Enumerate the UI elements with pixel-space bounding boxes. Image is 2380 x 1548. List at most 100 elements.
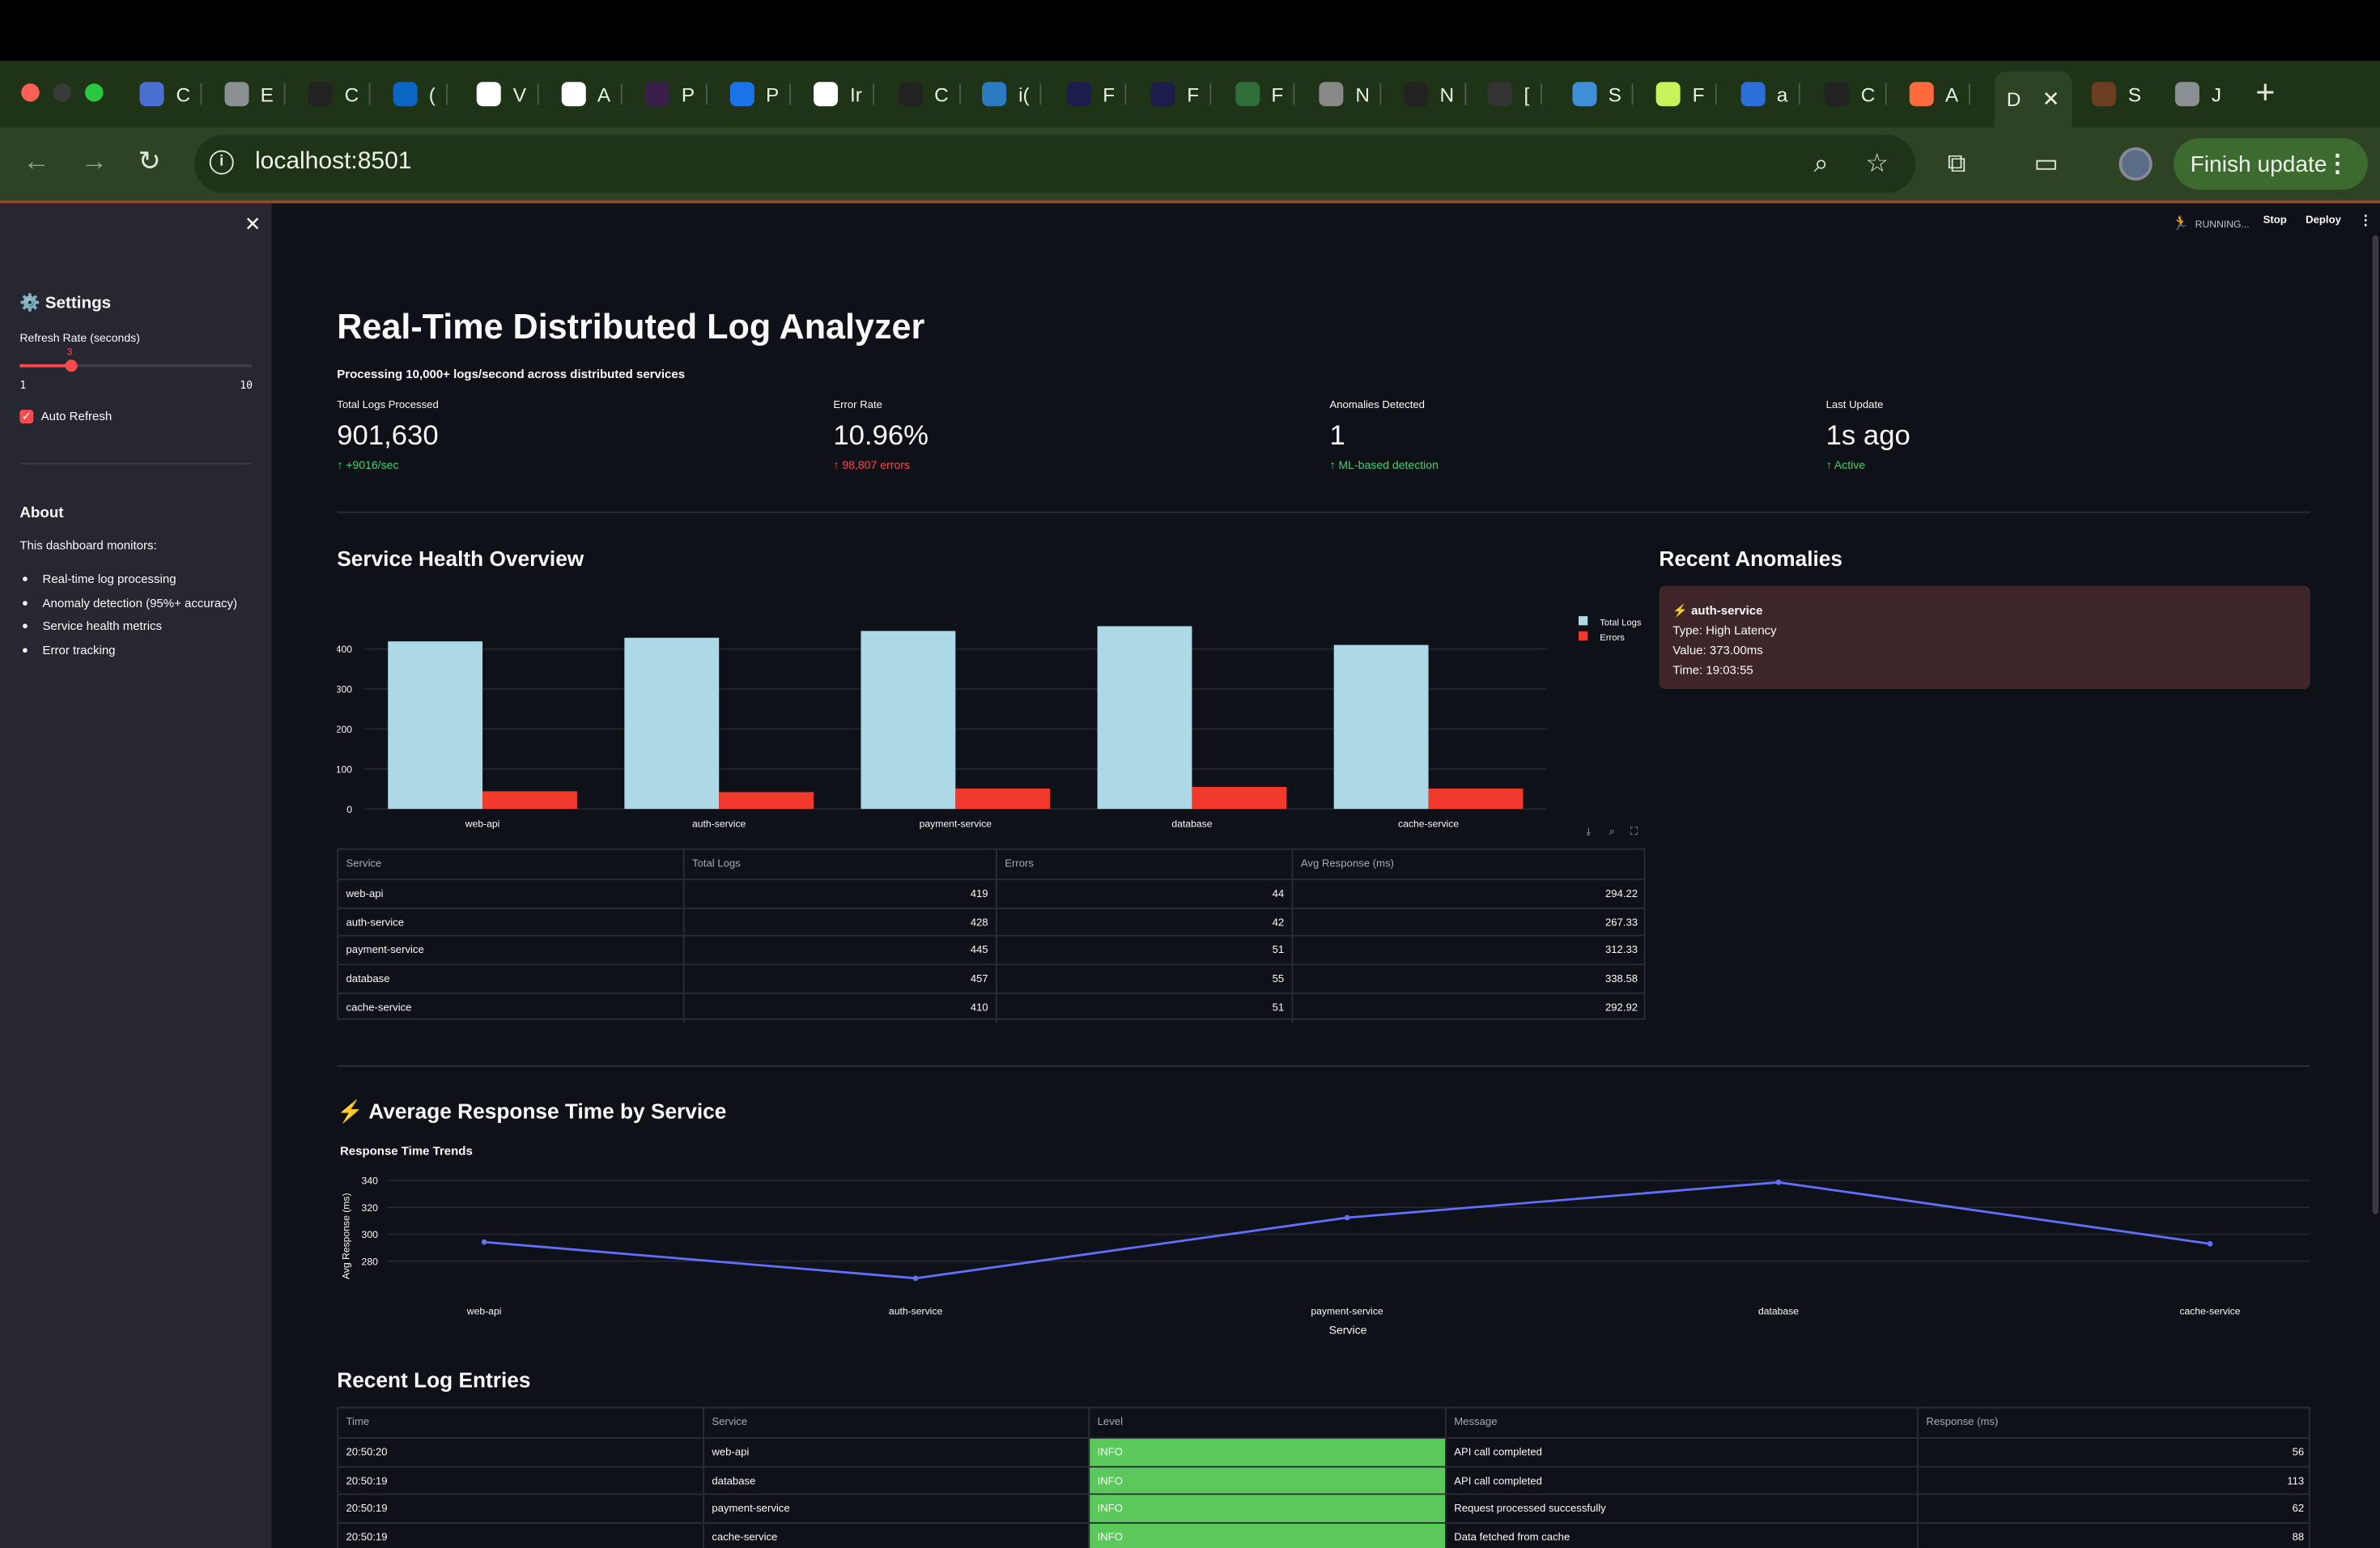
table-cell[interactable]: 62 [1917, 1495, 2312, 1525]
browser-tab[interactable]: N [1403, 79, 1467, 108]
column-header[interactable]: Service [338, 850, 683, 879]
response-time-line-chart[interactable]: Response Time Trends 280 300 320 340 Avg Resp… [337, 1138, 2313, 1343]
table-cell[interactable]: 113 [1917, 1467, 2312, 1496]
profile-avatar[interactable] [2119, 147, 2153, 181]
table-cell[interactable]: 410 [682, 993, 996, 1023]
column-header[interactable]: Level [1088, 1408, 1445, 1438]
table-cell[interactable]: auth-service [338, 908, 683, 938]
browser-tab[interactable]: a [1740, 79, 1800, 108]
back-icon[interactable]: ← [23, 146, 50, 177]
table-cell[interactable]: 419 [682, 880, 996, 909]
table-cell[interactable]: 312.33 [1291, 937, 1646, 966]
browser-tab[interactable]: Ir [814, 79, 874, 108]
service-table[interactable]: Service Total Logs Errors Avg Response (ms)… [337, 848, 1646, 1023]
bookmark-star-icon[interactable]: ☆ [1865, 149, 1889, 179]
table-cell[interactable]: 445 [682, 937, 996, 966]
table-cell[interactable]: 338.58 [1291, 965, 1646, 994]
table-cell[interactable]: 428 [682, 908, 996, 938]
browser-tab[interactable]: S [1571, 79, 1634, 108]
table-cell[interactable]: 20:50:20 [338, 1439, 703, 1468]
reload-icon[interactable]: ↻ [138, 146, 161, 177]
table-cell[interactable]: 55 [996, 965, 1292, 994]
auto-refresh-checkbox[interactable]: ✓ [19, 410, 34, 423]
browser-tab[interactable]: J [2174, 79, 2221, 108]
table-cell[interactable]: payment-service [703, 1495, 1088, 1525]
browser-tab[interactable]: F [1066, 79, 1128, 108]
column-header[interactable]: Message [1445, 1408, 1917, 1438]
table-cell[interactable]: INFO [1088, 1439, 1445, 1468]
column-header[interactable]: Errors [996, 849, 1292, 879]
table-cell[interactable]: INFO [1088, 1524, 1445, 1548]
table-cell[interactable]: cache-service [703, 1524, 1088, 1548]
stop-button[interactable]: Stop [2263, 215, 2287, 226]
refresh-slider-thumb[interactable] [65, 359, 78, 372]
table-cell[interactable]: payment-service [338, 937, 683, 966]
browser-tab[interactable]: F [1150, 79, 1212, 108]
search-icon[interactable]: ⌕ [1609, 827, 1615, 840]
table-cell[interactable]: INFO [1088, 1467, 1445, 1496]
table-cell[interactable]: 20:50:19 [338, 1467, 703, 1496]
deploy-button[interactable]: Deploy [2306, 215, 2341, 226]
main-menu-icon[interactable]: ⋮ [2359, 212, 2373, 229]
table-cell[interactable]: database [703, 1467, 1088, 1496]
browser-tab[interactable]: N [1319, 79, 1382, 108]
table-cell[interactable]: 51 [996, 937, 1292, 966]
browser-tab[interactable]: C [1824, 79, 1888, 108]
url-text[interactable]: localhost:8501 [255, 149, 411, 176]
table-cell[interactable]: 42 [996, 908, 1292, 938]
close-window-button[interactable] [21, 83, 40, 102]
browser-tab[interactable]: E [223, 79, 286, 108]
column-header[interactable]: Service [703, 1408, 1088, 1438]
table-cell[interactable]: web-api [703, 1439, 1088, 1468]
table-cell[interactable]: 56 [1917, 1439, 2312, 1468]
browser-tab[interactable]: V [476, 79, 539, 108]
service-health-bar-chart[interactable]: 0 100 200 300 400 web-api auth-service payment-… [337, 601, 1648, 835]
more-menu-icon[interactable]: ⋮ [2326, 149, 2350, 179]
table-cell[interactable]: Request processed successfully [1445, 1495, 1917, 1525]
table-cell[interactable]: 20:50:19 [338, 1524, 703, 1548]
browser-tab[interactable]: A [1908, 79, 1971, 108]
table-cell[interactable]: 267.33 [1291, 908, 1646, 938]
browser-tab[interactable]: C [308, 79, 372, 108]
browser-tab[interactable]: ( [392, 79, 448, 108]
tab-active[interactable]: D ✕ [1994, 71, 2072, 128]
extensions-icon[interactable]: ⧉ [1948, 149, 1966, 179]
forward-icon[interactable]: → [80, 146, 108, 177]
table-cell[interactable]: database [338, 965, 683, 994]
zoom-icon[interactable]: ⌕ [1814, 149, 1829, 179]
table-cell[interactable]: 88 [1917, 1524, 2312, 1548]
close-tab-icon[interactable]: ✕ [2042, 87, 2060, 113]
minimize-window-button[interactable] [53, 83, 72, 102]
table-cell[interactable]: 457 [682, 965, 996, 994]
download-icon[interactable]: ⤓ [1586, 827, 1591, 840]
table-cell[interactable]: 51 [996, 993, 1292, 1023]
log-table[interactable]: Time Service Level Message Response (ms) 20:5… [337, 1406, 2312, 1548]
cast-icon[interactable]: ▭ [2034, 149, 2059, 179]
column-header[interactable]: Total Logs [682, 849, 996, 879]
fullscreen-icon[interactable]: ⛶ [1630, 827, 1638, 840]
browser-tab[interactable]: C [139, 79, 203, 108]
maximize-window-button[interactable] [85, 83, 104, 102]
site-info-icon[interactable]: i [209, 150, 234, 175]
finish-update-button[interactable]: Finish update ⋮ [2174, 138, 2368, 190]
table-cell[interactable]: 292.92 [1291, 993, 1646, 1023]
browser-tab[interactable]: P [729, 79, 792, 108]
table-cell[interactable]: web-api [338, 880, 683, 909]
table-cell[interactable]: API call completed [1445, 1467, 1917, 1496]
new-tab-button[interactable]: + [2255, 73, 2275, 113]
close-sidebar-icon[interactable]: ✕ [244, 212, 261, 236]
browser-tab[interactable]: i( [982, 79, 1042, 108]
table-cell[interactable]: 44 [996, 880, 1292, 909]
column-header[interactable]: Response (ms) [1917, 1408, 2312, 1438]
browser-tab[interactable]: P [644, 79, 708, 108]
browser-tab[interactable]: [ [1487, 79, 1542, 108]
table-cell[interactable]: cache-service [338, 993, 683, 1023]
browser-tab[interactable]: A [560, 79, 623, 108]
table-cell[interactable]: INFO [1088, 1495, 1445, 1525]
page-scrollbar[interactable] [2372, 235, 2379, 1214]
column-header[interactable]: Time [338, 1409, 703, 1438]
table-cell[interactable]: Data fetched from cache [1445, 1524, 1917, 1548]
browser-tab[interactable]: F [1655, 79, 1717, 108]
table-cell[interactable]: 294.22 [1291, 880, 1646, 909]
browser-tab[interactable]: S [2091, 79, 2141, 108]
